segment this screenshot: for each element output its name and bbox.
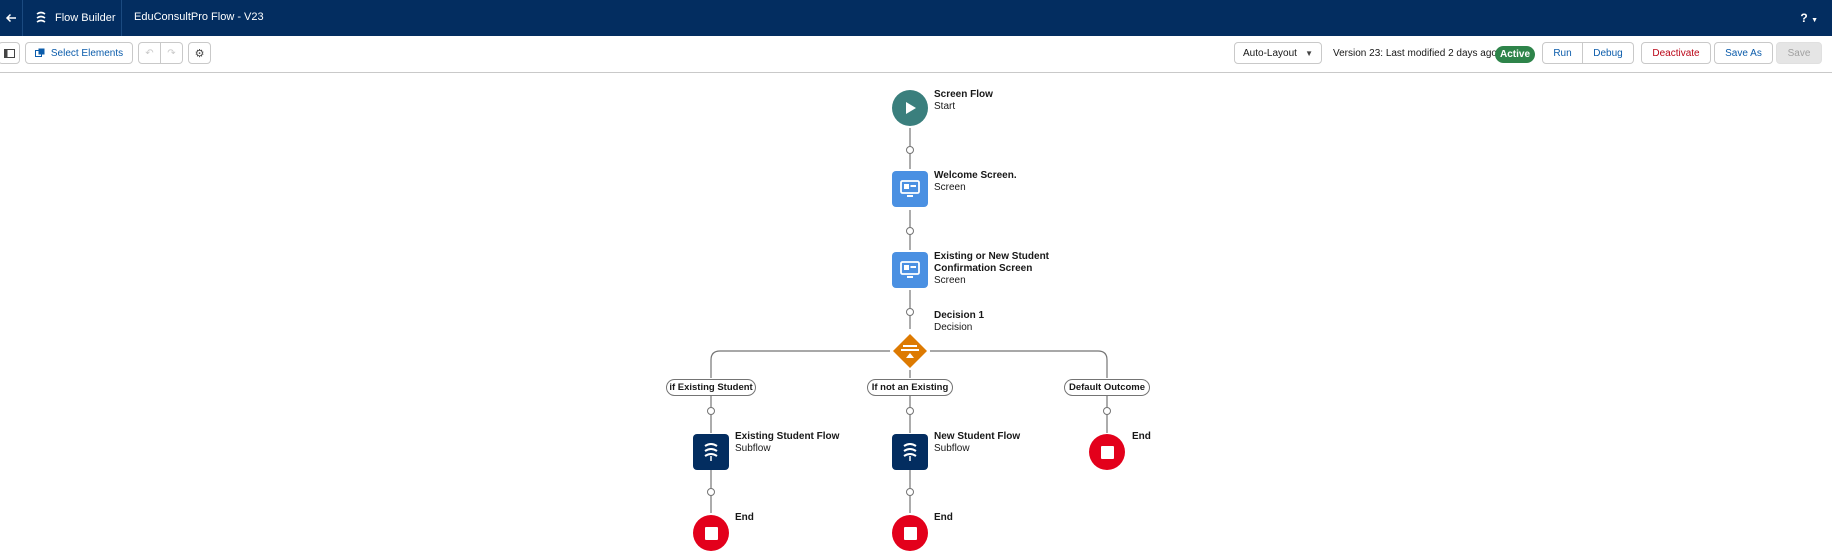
debug-button[interactable]: Debug <box>1583 42 1634 64</box>
node-title: Existing Student Flow <box>735 431 840 442</box>
node-type: Subflow <box>934 443 970 454</box>
outcome-existing-student[interactable]: if Existing Student <box>666 379 756 396</box>
chevron-down-icon: ▼ <box>1811 17 1818 24</box>
back-button[interactable] <box>0 0 23 36</box>
redo-icon: ↷ <box>167 47 176 59</box>
node-title: Decision 1 <box>934 310 985 321</box>
screen-icon <box>892 252 928 288</box>
stop-icon <box>693 515 729 551</box>
run-button[interactable]: Run <box>1542 42 1583 64</box>
node-title-line1: Existing or New Student <box>934 251 1050 262</box>
node-title: End <box>735 512 754 523</box>
chevron-down-icon: ▼ <box>1305 48 1313 58</box>
stop-icon <box>1089 434 1125 470</box>
app-name: Flow Builder <box>55 12 116 24</box>
debug-label: Debug <box>1593 47 1623 59</box>
help-icon: ? <box>1800 11 1808 25</box>
screen-icon <box>892 171 928 207</box>
gear-icon: ⚙ <box>194 47 205 60</box>
toggle-panel-button[interactable] <box>0 42 20 64</box>
subflow-icon <box>892 434 928 470</box>
node-type: Screen <box>934 275 966 286</box>
select-elements-icon <box>34 48 45 57</box>
node-title: Screen Flow <box>934 89 993 100</box>
outcome-default[interactable]: Default Outcome <box>1064 379 1150 396</box>
help-menu-button[interactable]: ? ▼ <box>1800 0 1818 36</box>
play-icon <box>892 90 928 126</box>
save-label: Save <box>1787 47 1811 59</box>
node-title: End <box>1132 431 1151 442</box>
decision-icon <box>892 333 928 369</box>
toolbar: Select Elements ↶ ↷ ⚙ Auto-Layout ▼ Vers… <box>0 36 1832 73</box>
subflow-icon <box>693 434 729 470</box>
node-type: Subflow <box>735 443 771 454</box>
select-elements-label: Select Elements <box>50 47 124 59</box>
save-as-button[interactable]: Save As <box>1714 42 1773 64</box>
connector-lines <box>707 128 1111 513</box>
node-title: End <box>934 512 953 523</box>
app-header: Flow Builder EduConsultPro Flow - V23 ? … <box>0 0 1832 36</box>
node-type: Decision <box>934 322 973 333</box>
layout-select[interactable]: Auto-Layout ▼ <box>1234 42 1322 64</box>
arrow-left-icon <box>5 13 16 23</box>
save-as-label: Save As <box>1725 47 1762 59</box>
stop-icon <box>892 515 928 551</box>
node-title-line2: Confirmation Screen <box>934 263 1033 274</box>
node-title: New Student Flow <box>934 431 1021 442</box>
redo-button[interactable]: ↷ <box>161 42 183 64</box>
flow-name: EduConsultPro Flow - V23 <box>134 11 264 23</box>
version-info: Version 23: Last modified 2 days ago <box>1333 48 1497 59</box>
undo-button[interactable]: ↶ <box>138 42 161 64</box>
app-name-area: Flow Builder <box>23 0 122 36</box>
layout-select-value: Auto-Layout <box>1243 47 1297 59</box>
node-type: Screen <box>934 182 966 193</box>
flow-icon <box>36 11 46 23</box>
panel-toggle-icon <box>3 48 15 58</box>
undo-icon: ↶ <box>145 47 154 59</box>
node-type: Start <box>934 101 956 112</box>
status-badge: Active <box>1495 46 1535 63</box>
node-title: Welcome Screen. <box>934 170 1017 181</box>
deactivate-label: Deactivate <box>1652 47 1700 59</box>
outcome-not-existing[interactable]: If not an Existing <box>867 379 953 396</box>
save-button[interactable]: Save <box>1776 42 1822 64</box>
run-label: Run <box>1553 47 1572 59</box>
deactivate-button[interactable]: Deactivate <box>1641 42 1711 64</box>
settings-button[interactable]: ⚙ <box>188 42 211 64</box>
flow-canvas[interactable]: Screen Flow Start Welcome Screen. Screen… <box>0 73 1832 551</box>
select-elements-button[interactable]: Select Elements <box>25 42 133 64</box>
